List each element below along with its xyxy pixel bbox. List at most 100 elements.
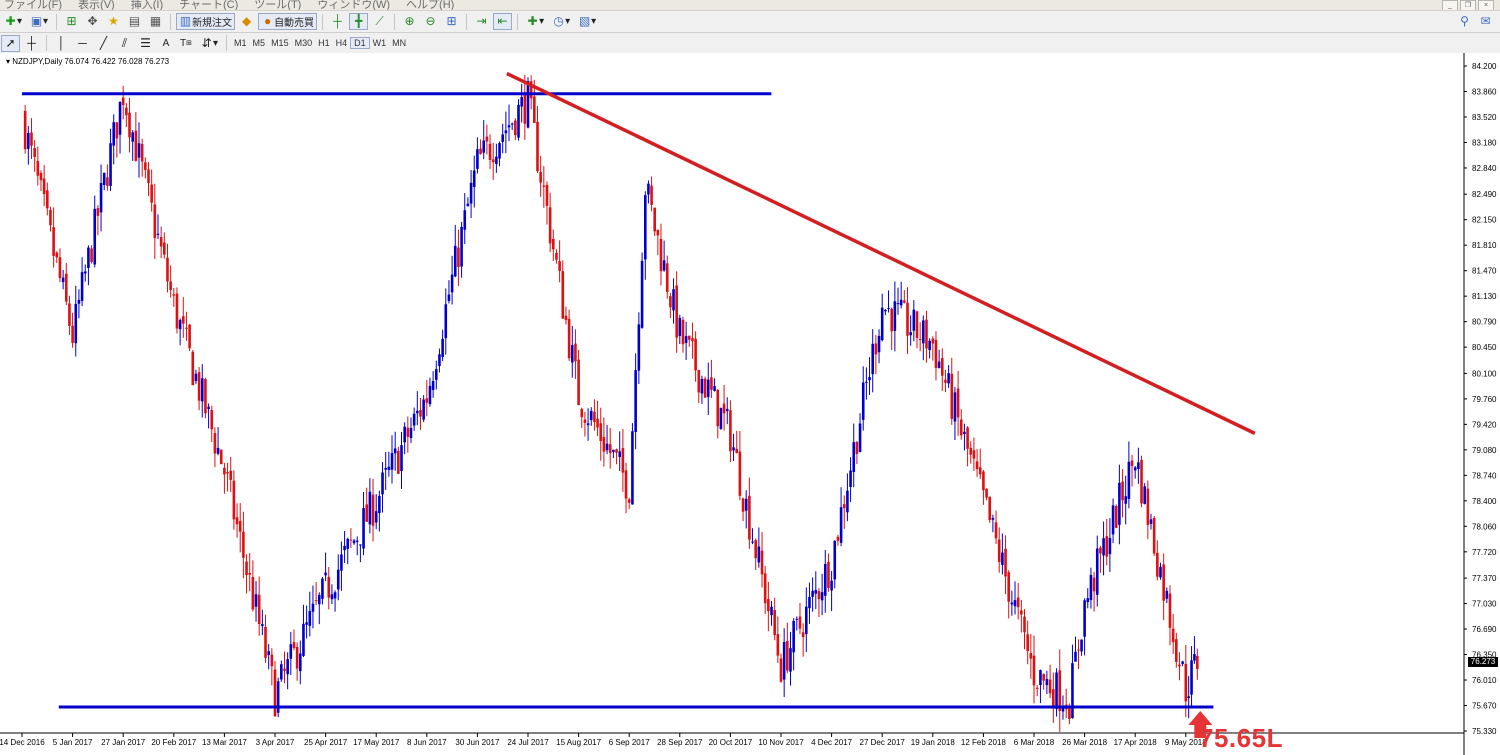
- timeframe-h4[interactable]: H4: [333, 38, 351, 48]
- zoom-in-button[interactable]: ⊕: [400, 13, 419, 30]
- candle-body: [197, 372, 201, 401]
- candle-body: [476, 149, 479, 169]
- new-chart-button[interactable]: ✚ ▾: [1, 13, 25, 30]
- timeframe-m30[interactable]: M30: [292, 38, 316, 48]
- menu-file[interactable]: ファイル(F): [4, 0, 62, 10]
- candle-body: [295, 647, 299, 669]
- profiles-button[interactable]: ▣ ▾: [27, 13, 51, 30]
- candle-body: [77, 299, 81, 304]
- candle-body: [861, 382, 865, 420]
- chart-window[interactable]: 84.200 83.860 83.520 83.180 82.840 82.490 82.1…: [0, 53, 1500, 755]
- templates-button[interactable]: ▧ ▾: [575, 13, 599, 30]
- candle-body: [741, 498, 745, 512]
- candle-body: [956, 388, 960, 418]
- horizontal-line-tool[interactable]: ─: [73, 35, 92, 52]
- candlestick-button[interactable]: ╋: [349, 13, 369, 30]
- auto-trading-button[interactable]: ● 自動売買: [258, 13, 318, 30]
- candle-body: [754, 540, 757, 559]
- profiles-icon: ▣: [30, 14, 43, 28]
- menu-window[interactable]: ウィンドウ(W): [317, 0, 390, 10]
- strategy-tester-button[interactable]: ▦: [146, 13, 165, 30]
- restore-button[interactable]: ❐: [1460, 0, 1476, 10]
- timeframe-mn[interactable]: MN: [389, 38, 409, 48]
- menu-chart[interactable]: チャート(C): [179, 0, 238, 10]
- candle-body: [264, 626, 267, 658]
- terminal-icon: ▤: [128, 14, 141, 28]
- auto-scroll-button[interactable]: ⇥: [472, 13, 491, 30]
- menu-tools[interactable]: ツール(T): [254, 0, 301, 10]
- candle-body: [90, 248, 93, 262]
- candle-body: [1089, 574, 1093, 601]
- chart-shift-button[interactable]: ⇤: [493, 13, 513, 30]
- timeframe-m5[interactable]: M5: [250, 38, 269, 48]
- equidistant-channel-tool[interactable]: ⫽: [115, 35, 134, 52]
- candle-body: [1114, 506, 1118, 528]
- text-tool[interactable]: A: [157, 35, 175, 52]
- candle-body: [669, 296, 672, 308]
- candle-body: [238, 520, 242, 532]
- text-label-tool[interactable]: T ⊞: [177, 35, 195, 52]
- cursor-tool[interactable]: ➚: [1, 34, 20, 52]
- indicators-button[interactable]: ✚ ▾: [523, 13, 547, 30]
- candle-body: [662, 260, 666, 271]
- close-button[interactable]: ×: [1478, 0, 1494, 10]
- support-price-annotation: 75.65L: [1199, 723, 1283, 753]
- candle-body: [972, 450, 976, 459]
- menu-bar: ファイル(F) 表示(V) 挿入(I) チャート(C) ツール(T) ウィンドウ…: [0, 0, 1500, 11]
- candle-body: [748, 495, 751, 540]
- candle-body: [963, 431, 966, 434]
- timeframe-h1[interactable]: H1: [315, 38, 333, 48]
- crosshair-tool[interactable]: ┼: [22, 35, 41, 52]
- menu-insert[interactable]: 挿入(I): [131, 0, 163, 10]
- bar-chart-button[interactable]: ┼: [328, 13, 347, 30]
- candle-body: [985, 488, 988, 498]
- candle-body: [624, 470, 628, 499]
- new-order-button[interactable]: ▥ 新規注文: [176, 13, 236, 30]
- candle-body: [1190, 660, 1193, 695]
- timeframe-m15[interactable]: M15: [268, 38, 292, 48]
- periods-button[interactable]: ◷ ▾: [549, 13, 573, 30]
- candle-body: [912, 309, 916, 331]
- candle-body: [390, 453, 394, 470]
- line-chart-button[interactable]: ⟋: [370, 13, 389, 30]
- auto-trading-label: 自動売買: [274, 18, 315, 29]
- menu-view[interactable]: 表示(V): [78, 0, 115, 10]
- chat-icon[interactable]: ✉: [1479, 15, 1492, 28]
- timeframe-w1[interactable]: W1: [370, 38, 390, 48]
- candle-body: [46, 190, 49, 209]
- menu-help[interactable]: ヘルプ(H): [406, 0, 454, 10]
- candle-body: [618, 451, 622, 458]
- arrows-tool[interactable]: ⇵ ▾: [197, 35, 221, 52]
- vertical-line-tool[interactable]: │: [52, 35, 71, 52]
- terminal-button[interactable]: ▤: [125, 13, 144, 30]
- price-chart[interactable]: 84.200 83.860 83.520 83.180 82.840 82.490 82.1…: [0, 53, 1500, 755]
- candle-body: [1171, 628, 1175, 643]
- candle-body: [1156, 552, 1159, 577]
- trendline-tool[interactable]: ╱: [94, 35, 113, 52]
- market-watch-button[interactable]: ⊞: [62, 13, 81, 30]
- candle-body: [517, 104, 520, 138]
- metaeditor-button[interactable]: ◆: [237, 13, 256, 30]
- fibonacci-tool[interactable]: ☰: [136, 35, 155, 52]
- separator: [394, 13, 396, 30]
- candle-body: [1045, 679, 1049, 686]
- x-tick-label: 13 Mar 2017: [202, 738, 247, 747]
- timeframe-m1[interactable]: M1: [231, 38, 250, 48]
- minimize-button[interactable]: _: [1442, 0, 1458, 10]
- data-window-button[interactable]: ✥: [83, 13, 102, 30]
- timeframe-d1[interactable]: D1: [350, 37, 370, 49]
- candle-body: [944, 379, 947, 383]
- candle-body: [172, 294, 176, 296]
- navigator-button[interactable]: ★: [104, 13, 123, 30]
- candle-body: [548, 207, 552, 244]
- y-tick-label: 81.130: [1472, 292, 1497, 301]
- candle-body: [55, 252, 59, 258]
- search-icon[interactable]: ⚲: [1458, 15, 1471, 28]
- candle-body: [792, 620, 795, 653]
- candle-body: [589, 410, 593, 421]
- x-tick-label: 27 Jan 2017: [101, 738, 146, 747]
- candle-body: [842, 504, 846, 509]
- candle-body: [340, 554, 343, 571]
- tile-windows-button[interactable]: ⊞: [442, 13, 461, 30]
- zoom-out-button[interactable]: ⊖: [421, 13, 440, 30]
